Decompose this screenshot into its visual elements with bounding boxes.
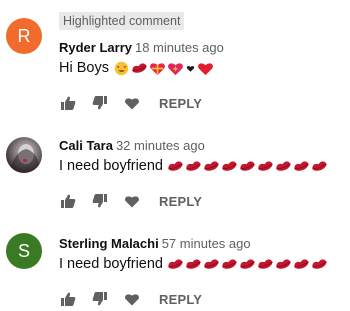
lips-emoji xyxy=(258,258,273,269)
comment-text-content: Hi Boys xyxy=(59,60,109,76)
comment-header: Sterling Malachi 57 minutes ago xyxy=(59,236,251,251)
timestamp[interactable]: 18 minutes ago xyxy=(135,40,224,55)
reply-button[interactable]: REPLY xyxy=(159,194,202,209)
lips-emoji xyxy=(240,258,255,269)
lips-emoji xyxy=(276,160,291,171)
comment-text: I need boyfriend xyxy=(59,256,329,272)
emoji-row xyxy=(113,61,215,76)
thumbs-down-icon[interactable] xyxy=(91,94,109,112)
lips-emoji xyxy=(276,258,291,269)
heart-icon[interactable] xyxy=(123,192,141,210)
timestamp[interactable]: 57 minutes ago xyxy=(162,236,251,251)
heart-icon[interactable] xyxy=(123,94,141,112)
reply-button[interactable]: REPLY xyxy=(159,96,202,111)
avatar-photo-image xyxy=(10,144,40,173)
thumbs-up-icon[interactable] xyxy=(59,192,77,210)
emoji-row xyxy=(167,159,329,174)
avatar[interactable]: S xyxy=(6,233,42,269)
lips-emoji xyxy=(294,160,309,171)
black-heart-suit-emoji xyxy=(186,65,195,72)
lips-emoji xyxy=(222,258,237,269)
author-name[interactable]: Sterling Malachi xyxy=(59,236,159,251)
red-heart-emoji xyxy=(198,62,213,75)
reply-button[interactable]: REPLY xyxy=(159,292,202,307)
comment-header: Ryder Larry 18 minutes ago xyxy=(59,40,224,55)
highlighted-comment-badge: Highlighted comment xyxy=(59,12,185,30)
timestamp[interactable]: 32 minutes ago xyxy=(116,138,205,153)
lips-emoji xyxy=(240,160,255,171)
gift-heart-emoji xyxy=(150,62,165,75)
thumbs-down-icon[interactable] xyxy=(91,290,109,308)
comment-actions: REPLY xyxy=(59,289,202,309)
lips-emoji xyxy=(168,160,183,171)
comment-text: I need boyfriend xyxy=(59,158,329,174)
lips-emoji xyxy=(294,258,309,269)
avatar-letter: R xyxy=(17,25,31,46)
lips-emoji xyxy=(204,160,219,171)
avatar[interactable] xyxy=(6,137,42,173)
thumbs-up-icon[interactable] xyxy=(59,94,77,112)
heart-eyes-face-emoji xyxy=(114,61,129,75)
lips-emoji xyxy=(222,160,237,171)
thumbs-up-icon[interactable] xyxy=(59,290,77,308)
thumbs-down-icon[interactable] xyxy=(91,192,109,210)
lips-emoji xyxy=(312,160,327,171)
avatar[interactable]: R xyxy=(6,18,42,54)
author-name[interactable]: Cali Tara xyxy=(59,138,113,153)
comment-text-content: I need boyfriend xyxy=(59,158,163,174)
comment-text-content: I need boyfriend xyxy=(59,256,163,272)
lips-emoji xyxy=(312,258,327,269)
lips-emoji xyxy=(186,258,201,269)
lips-emoji xyxy=(132,62,147,73)
comment-actions: REPLY xyxy=(59,93,202,113)
avatar-letter: S xyxy=(17,240,30,261)
comment-text: Hi Boys xyxy=(59,60,215,76)
lips-emoji xyxy=(186,160,201,171)
lips-emoji xyxy=(204,258,219,269)
lips-emoji xyxy=(258,160,273,171)
author-name[interactable]: Ryder Larry xyxy=(59,40,132,55)
heart-icon[interactable] xyxy=(123,290,141,308)
emoji-row xyxy=(167,257,329,272)
sparkling-heart-emoji xyxy=(168,62,183,75)
comment-actions: REPLY xyxy=(59,191,202,211)
lips-emoji xyxy=(168,258,183,269)
comment-header: Cali Tara 32 minutes ago xyxy=(59,138,205,153)
